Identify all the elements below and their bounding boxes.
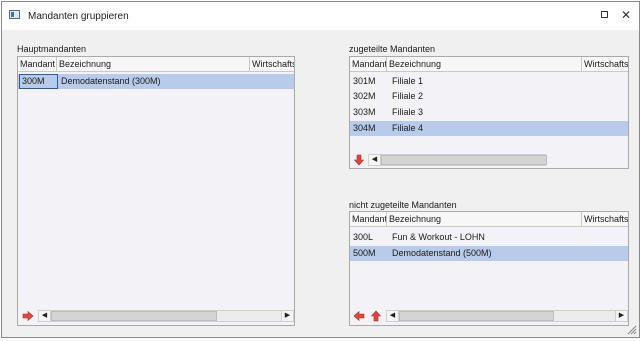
cell-mandant[interactable]: 301M	[350, 74, 387, 89]
scroll-left-icon[interactable]: ◀	[387, 311, 399, 321]
hauptmandanten-label: Hauptmandanten	[17, 44, 87, 54]
cell-bezeichnung[interactable]: Filiale 4	[389, 121, 579, 136]
table-row[interactable]: 300M Demodatenstand (300M)	[18, 74, 294, 89]
grid-header: Mandant Bezeichnung Wirtschafts	[350, 212, 628, 227]
table-row[interactable]: 300L Fun & Workout - LOHN	[350, 230, 628, 245]
horizontal-scrollbar[interactable]: ◀ ▶	[38, 310, 294, 322]
horizontal-scrollbar[interactable]: ◀	[368, 154, 547, 166]
column-header-bezeichnung[interactable]: Bezeichnung	[387, 212, 582, 226]
cell-mandant[interactable]: 500M	[350, 246, 387, 261]
cell-bezeichnung[interactable]: Demodatenstand (300M)	[58, 74, 248, 89]
grid-footer: ◀ ▶	[350, 309, 628, 324]
cell-mandant[interactable]: 302M	[350, 89, 387, 104]
scroll-thumb[interactable]	[399, 311, 554, 321]
cell-bezeichnung[interactable]: Filiale 1	[389, 74, 579, 89]
cell-bezeichnung[interactable]: Fun & Workout - LOHN	[389, 230, 579, 245]
resize-grip-icon[interactable]	[626, 324, 637, 335]
arrow-up-icon[interactable]	[370, 310, 382, 322]
column-header-mandant[interactable]: Mandant	[350, 57, 387, 71]
scroll-left-icon[interactable]: ◀	[369, 155, 381, 165]
nicht-zugeteilte-mandanten-label: nicht zugeteilte Mandanten	[349, 200, 457, 210]
column-header-wirtschafts[interactable]: Wirtschafts	[250, 57, 294, 71]
column-header-bezeichnung[interactable]: Bezeichnung	[387, 57, 582, 71]
arrow-down-icon[interactable]	[353, 154, 365, 166]
cell-bezeichnung[interactable]: Filiale 2	[389, 89, 579, 104]
column-header-wirtschafts[interactable]: Wirtschafts	[582, 212, 628, 226]
cell-bezeichnung[interactable]: Demodatenstand (500M)	[389, 246, 579, 261]
app-window-icon	[9, 10, 20, 19]
zugeteilte-mandanten-grid[interactable]: Mandant Bezeichnung Wirtschafts 301M Fil…	[349, 56, 629, 169]
table-row[interactable]: 303M Filiale 3	[350, 105, 628, 120]
cell-bezeichnung[interactable]: Filiale 3	[389, 105, 579, 120]
grid-header: Mandant Bezeichnung Wirtschafts	[350, 57, 628, 72]
grid-footer: ◀	[350, 153, 628, 168]
horizontal-scrollbar[interactable]: ◀ ▶	[386, 310, 628, 322]
arrow-right-icon[interactable]	[22, 310, 34, 322]
close-icon[interactable]: ✕	[619, 8, 633, 22]
table-row[interactable]: 500M Demodatenstand (500M)	[350, 246, 628, 261]
nicht-zugeteilte-mandanten-grid[interactable]: Mandant Bezeichnung Wirtschafts 300L Fun…	[349, 211, 629, 326]
zugeteilte-mandanten-label: zugeteilte Mandanten	[349, 44, 436, 54]
scroll-thumb[interactable]	[381, 155, 547, 165]
column-header-wirtschafts[interactable]: Wirtschafts	[582, 57, 628, 71]
table-row[interactable]: 301M Filiale 1	[350, 74, 628, 89]
arrow-left-icon[interactable]	[353, 310, 365, 322]
table-row[interactable]: 302M Filiale 2	[350, 89, 628, 104]
table-row[interactable]: 304M Filiale 4	[350, 121, 628, 136]
cell-mandant[interactable]: 304M	[350, 121, 387, 136]
grid-footer: ◀ ▶	[18, 309, 294, 324]
column-header-mandant[interactable]: Mandant	[18, 57, 57, 71]
window-title: Mandanten gruppieren	[28, 11, 129, 22]
scroll-right-icon[interactable]: ▶	[615, 311, 627, 321]
scroll-left-icon[interactable]: ◀	[39, 311, 51, 321]
scroll-thumb[interactable]	[51, 311, 217, 321]
hauptmandanten-grid[interactable]: Mandant Bezeichnung Wirtschafts 300M Dem…	[17, 56, 295, 326]
grid-header: Mandant Bezeichnung Wirtschafts	[18, 57, 294, 72]
maximize-icon[interactable]	[597, 8, 611, 22]
title-bar: Mandanten gruppieren ✕	[2, 2, 639, 30]
cell-mandant[interactable]: 300M	[19, 74, 58, 89]
dialog-body: Hauptmandanten Mandant Bezeichnung Wirts…	[2, 30, 639, 337]
mandanten-gruppieren-window: Mandanten gruppieren ✕ Hauptmandanten Ma…	[1, 1, 640, 338]
cell-mandant[interactable]: 303M	[350, 105, 387, 120]
scroll-right-icon[interactable]: ▶	[281, 311, 293, 321]
column-header-mandant[interactable]: Mandant	[350, 212, 387, 226]
cell-mandant[interactable]: 300L	[350, 230, 387, 245]
column-header-bezeichnung[interactable]: Bezeichnung	[57, 57, 250, 71]
